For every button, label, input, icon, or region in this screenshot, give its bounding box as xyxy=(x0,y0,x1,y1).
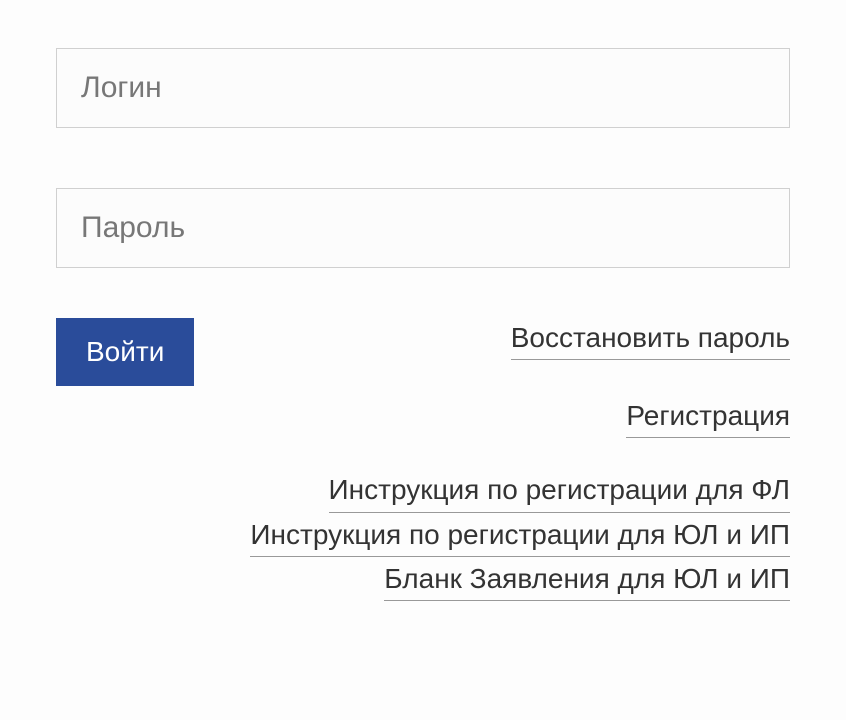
password-wrapper xyxy=(56,188,790,268)
instructions-group: Инструкция по регистрации для ФЛ Инструк… xyxy=(250,470,790,601)
actions-row: Войти Восстановить пароль Регистрация Ин… xyxy=(56,318,790,601)
application-form-link[interactable]: Бланк Заявления для ЮЛ и ИП xyxy=(384,559,790,601)
login-form: Войти Восстановить пароль Регистрация Ин… xyxy=(56,48,790,601)
recover-password-link[interactable]: Восстановить пароль xyxy=(511,318,790,360)
instruction-fl-link[interactable]: Инструкция по регистрации для ФЛ xyxy=(329,470,790,512)
login-button[interactable]: Войти xyxy=(56,318,194,386)
password-input[interactable] xyxy=(56,188,790,268)
username-wrapper xyxy=(56,48,790,128)
username-input[interactable] xyxy=(56,48,790,128)
links-column: Восстановить пароль Регистрация Инструкц… xyxy=(250,318,790,601)
register-link[interactable]: Регистрация xyxy=(626,396,790,438)
instruction-ul-ip-link[interactable]: Инструкция по регистрации для ЮЛ и ИП xyxy=(250,515,790,557)
